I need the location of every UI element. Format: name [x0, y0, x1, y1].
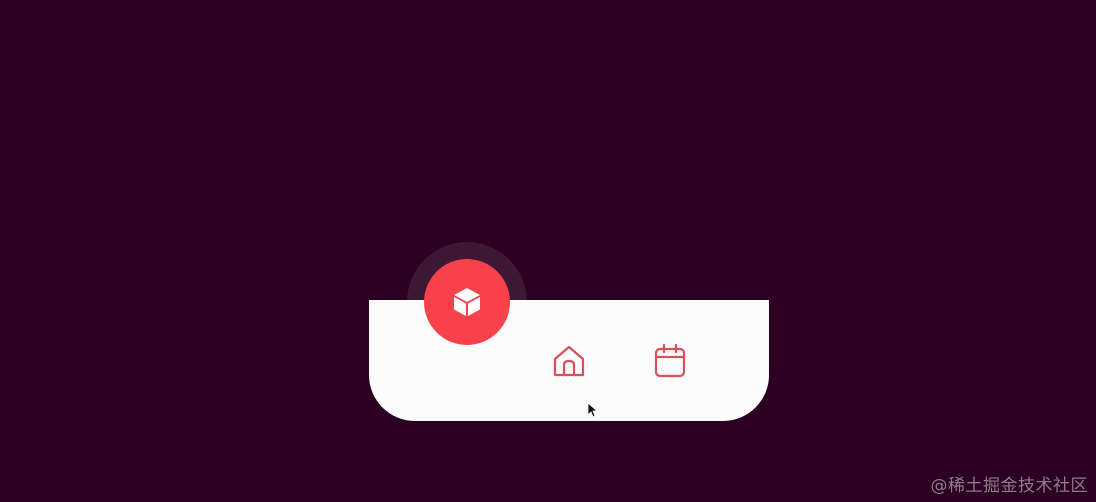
home-icon [553, 345, 585, 377]
tab-home-button[interactable] [549, 341, 589, 381]
calendar-icon [654, 343, 686, 378]
watermark-text: @稀土掘金技术社区 [930, 476, 1088, 496]
mouse-cursor-icon [587, 402, 597, 418]
tab-calendar-button[interactable] [650, 341, 690, 381]
tab-cube-button[interactable] [424, 259, 510, 345]
cube-icon [454, 288, 480, 316]
